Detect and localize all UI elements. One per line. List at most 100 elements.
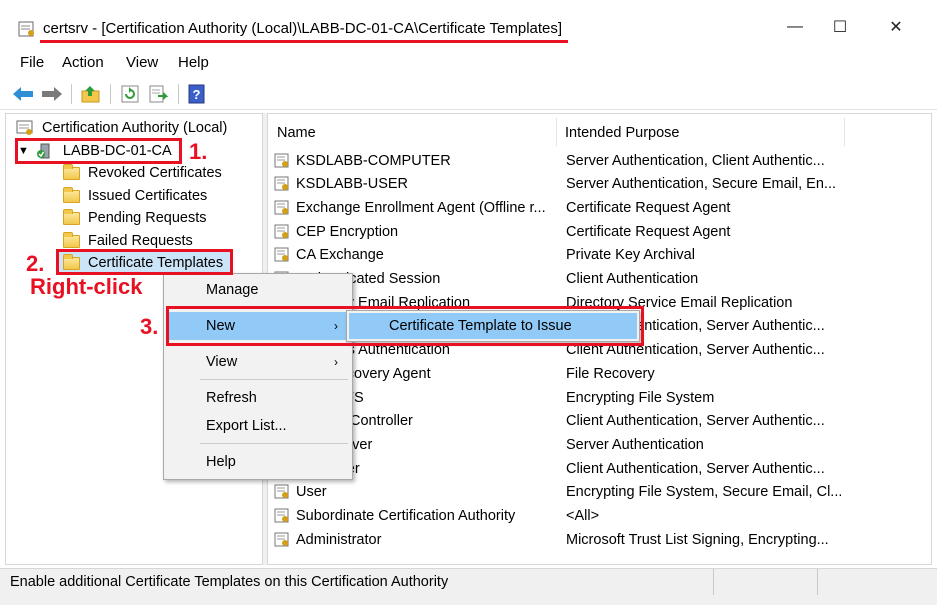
folder-icon (62, 231, 80, 249)
context-menu: Manage New › View › Refresh Export List...… (163, 273, 353, 480)
template-name: User (296, 484, 327, 501)
menu-action[interactable]: Action (62, 54, 104, 71)
submenu-arrow-icon: › (334, 319, 338, 333)
menu-help[interactable]: Help (178, 54, 209, 71)
tree-item-failed[interactable]: Failed Requests (62, 230, 193, 252)
export-list-icon (149, 85, 168, 103)
menu-item-manage[interactable]: Manage (166, 276, 350, 304)
computer-certificate-icon (16, 120, 34, 136)
menu-separator (200, 443, 348, 444)
forward-icon (42, 87, 62, 101)
menu-view[interactable]: View (126, 54, 158, 71)
table-row[interactable]: KSDLABB-COMPUTER Server Authentication, C… (274, 149, 924, 172)
table-row[interactable]: Administrator Microsoft Trust List Signin… (274, 528, 924, 551)
close-icon: ✕ (889, 19, 903, 36)
template-name: Exchange Enrollment Agent (Offline r... (296, 199, 546, 216)
tree-item-pending[interactable]: Pending Requests (62, 207, 207, 229)
refresh-icon (121, 85, 139, 103)
template-purpose: Certificate Request Agent (566, 199, 731, 216)
table-row[interactable]: Exchange Enrollment Agent (Offline r... C… (274, 196, 924, 219)
close-button[interactable]: ✕ (876, 10, 916, 44)
new-submenu: Certificate Template to Issue (346, 310, 640, 342)
certificate-template-icon (274, 224, 289, 239)
template-name: KSDLABB-COMPUTER (296, 152, 451, 169)
folder-icon (62, 253, 80, 271)
tree-item-label: Pending Requests (88, 210, 207, 226)
tree-item-certificate-templates[interactable]: Certificate Templates (58, 252, 230, 274)
template-name: Administrator (296, 531, 382, 548)
menu-item-new[interactable]: New › (166, 312, 350, 340)
minimize-icon: — (787, 18, 803, 35)
table-row[interactable]: Web ServerServer Authentication (274, 433, 924, 456)
template-purpose: <All> (566, 508, 600, 524)
menu-item-help[interactable]: Help (166, 448, 350, 476)
minimize-button[interactable]: — (775, 10, 815, 44)
template-purpose: Client Authentication, Server Authentic.… (566, 460, 825, 477)
table-row[interactable]: CEP Encryption Certificate Request Agent (274, 220, 924, 243)
forward-button[interactable] (41, 83, 63, 105)
maximize-button[interactable]: ☐ (820, 10, 860, 44)
column-header-purpose[interactable]: Intended Purpose (565, 117, 679, 149)
back-button[interactable] (12, 83, 34, 105)
svg-text:?: ? (193, 87, 201, 102)
refresh-button[interactable] (119, 83, 141, 105)
table-row[interactable]: Domain Controller Client Authentication, … (274, 410, 924, 433)
ca-server-icon (35, 143, 53, 159)
menu-item-export-list[interactable]: Export List... (166, 412, 350, 440)
tree-root[interactable]: Certification Authority (Local) (16, 117, 227, 139)
toolbar-separator (71, 84, 72, 104)
menu-separator (200, 307, 348, 308)
export-list-button[interactable] (147, 83, 169, 105)
table-row[interactable]: Authenticated Session Client Authenticati… (274, 268, 924, 291)
status-divider (817, 569, 818, 595)
help-button[interactable]: ? (186, 83, 208, 105)
table-row[interactable]: EFS Recovery Agent File Recovery (274, 362, 924, 385)
certificate-template-icon (274, 200, 289, 215)
up-level-button[interactable] (80, 83, 102, 105)
menu-item-certificate-template-to-issue[interactable]: Certificate Template to Issue (349, 313, 637, 339)
tree-item-label: Failed Requests (88, 233, 193, 249)
menu-bar: File Action View Help (0, 50, 937, 76)
template-purpose: Server Authentication (566, 436, 704, 453)
help-icon: ? (188, 84, 205, 104)
menu-item-label: New (206, 318, 236, 334)
template-purpose: Client Authentication, Server Authentic.… (566, 342, 825, 359)
table-row[interactable]: CA Exchange Private Key Archival (274, 244, 924, 267)
tree-root-label: Certification Authority (Local) (42, 120, 228, 136)
menu-item-view[interactable]: View › (166, 348, 350, 376)
template-purpose: Directory Service Email Replication (566, 294, 793, 311)
table-row[interactable]: ComputerClient Authentication, Server Au… (274, 457, 924, 480)
table-row[interactable]: Kerberos Authentication Client Authentica… (274, 339, 924, 362)
status-divider (713, 569, 714, 595)
certificate-template-icon (274, 484, 289, 499)
menu-item-label: Manage (206, 282, 259, 298)
menu-file[interactable]: File (20, 54, 44, 71)
menu-item-label: View (206, 354, 238, 370)
menu-separator (200, 379, 348, 380)
column-header-name[interactable]: Name (277, 117, 316, 149)
table-row[interactable]: Subordinate Certification Authority <All> (274, 505, 924, 528)
annotation-step-3: 3. (140, 314, 159, 339)
certificate-template-icon (274, 508, 289, 523)
certificate-template-icon (274, 153, 289, 167)
table-row[interactable]: Basic EFSEncrypting File System (274, 386, 924, 409)
menu-item-label: Export List... (206, 418, 287, 434)
up-folder-icon (81, 86, 100, 103)
template-purpose: Encrypting File System (566, 389, 715, 406)
status-text: Enable additional Certificate Templates … (10, 574, 449, 590)
tree-item-revoked[interactable]: Revoked Certificates (62, 162, 222, 184)
tree-item-issued[interactable]: Issued Certificates (62, 185, 207, 207)
menu-item-refresh[interactable]: Refresh (166, 384, 350, 412)
column-divider[interactable] (844, 118, 845, 146)
template-purpose: Private Key Archival (566, 247, 695, 264)
tree-ca-node[interactable]: ▼ LABB-DC-01-CA (18, 140, 172, 162)
maximize-icon: ☐ (832, 19, 848, 36)
template-purpose: Encrypting File System, Secure Email, Cl… (566, 484, 841, 501)
tree-ca-label: LABB-DC-01-CA (62, 143, 172, 159)
column-divider[interactable] (556, 118, 557, 146)
menu-item-label: Help (206, 454, 236, 470)
template-purpose: Server Authentication, Client Authentic.… (566, 152, 825, 169)
table-row[interactable]: KSDLABB-USER Server Authentication, Secur… (274, 173, 924, 196)
certificate-template-icon (274, 532, 289, 547)
table-row[interactable]: User Encrypting File System, Secure Email… (274, 481, 924, 504)
